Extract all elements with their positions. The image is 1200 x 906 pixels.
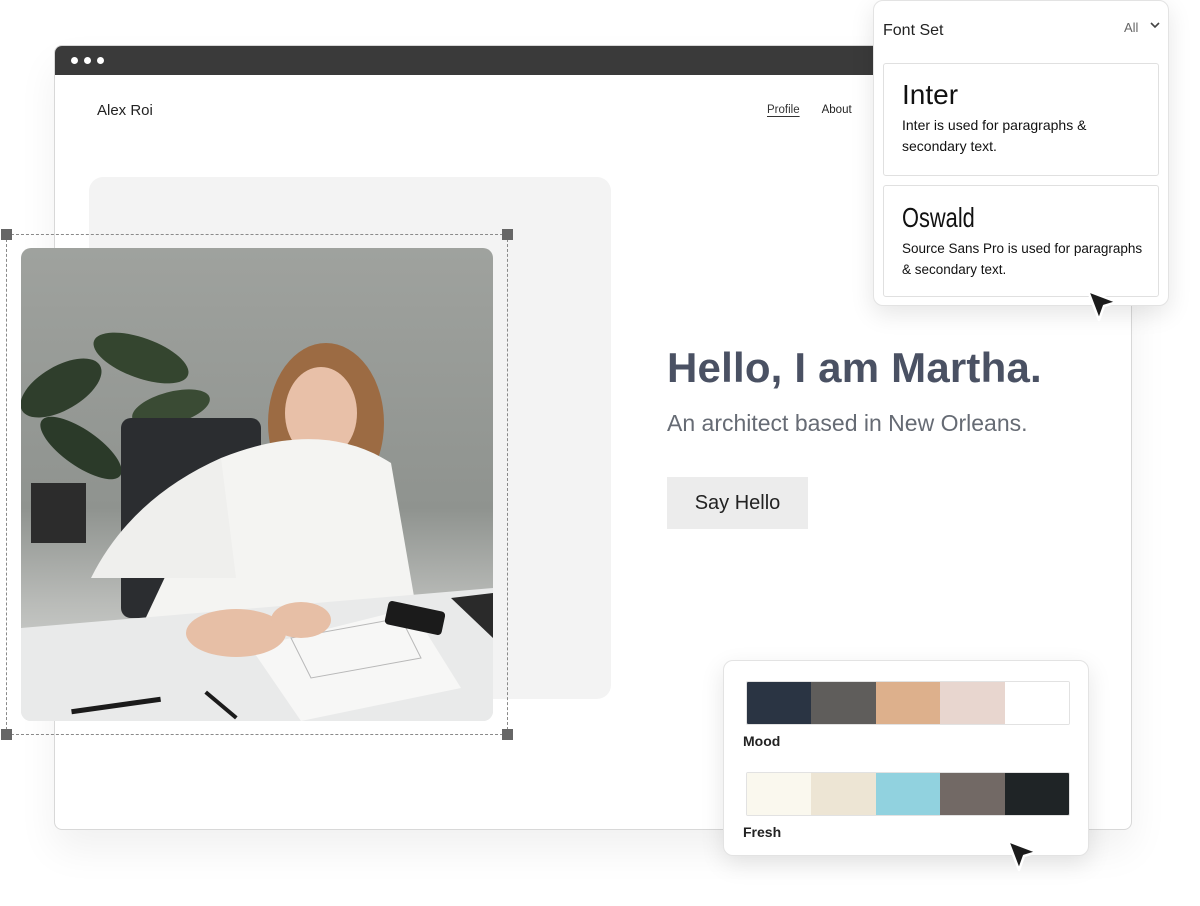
- font-card-inter[interactable]: Inter Inter is used for paragraphs & sec…: [883, 63, 1159, 176]
- color-swatch[interactable]: [875, 682, 941, 724]
- say-hello-button[interactable]: Say Hello: [667, 477, 808, 529]
- color-swatch[interactable]: [747, 773, 812, 815]
- chevron-down-icon[interactable]: [1150, 19, 1160, 33]
- color-swatch[interactable]: [811, 682, 876, 724]
- nav-item-about[interactable]: About: [822, 104, 852, 116]
- color-swatch[interactable]: [1004, 682, 1069, 724]
- palette-swatches-mood[interactable]: [746, 681, 1070, 725]
- font-name: Inter: [902, 79, 959, 110]
- site-title[interactable]: Alex Roi: [97, 102, 153, 119]
- window-dot-icon: [84, 57, 91, 64]
- color-swatch[interactable]: [940, 682, 1005, 724]
- color-swatch[interactable]: [940, 773, 1005, 815]
- font-set-title: Font Set: [883, 22, 944, 39]
- resize-handle-bottom-right[interactable]: [502, 729, 513, 740]
- color-palette-panel: Mood Fresh: [723, 660, 1089, 856]
- font-set-panel: Font Set All Inter Inter is used for par…: [873, 0, 1169, 306]
- color-swatch[interactable]: [1004, 773, 1069, 815]
- portrait-illustration: [21, 332, 493, 721]
- color-swatch[interactable]: [747, 682, 812, 724]
- nav-item-profile[interactable]: Profile: [767, 104, 800, 116]
- pointer-cursor-icon: [1086, 289, 1119, 322]
- resize-handle-bottom-left[interactable]: [1, 729, 12, 740]
- hero-subline: An architect based in New Orleans.: [667, 410, 1028, 436]
- portrait-photo[interactable]: [21, 248, 493, 721]
- font-filter-select[interactable]: All: [1124, 20, 1138, 35]
- palette-name: Mood: [743, 733, 781, 749]
- palette-swatches-fresh[interactable]: [746, 772, 1070, 816]
- font-description: Source Sans Pro is used for paragraphs &…: [902, 241, 1143, 277]
- hero-headline: Hello, I am Martha.: [667, 344, 1042, 391]
- color-swatch[interactable]: [875, 773, 941, 815]
- window-dot-icon: [97, 57, 104, 64]
- color-swatch[interactable]: [811, 773, 876, 815]
- font-description: Inter is used for paragraphs & secondary…: [902, 117, 1087, 154]
- font-card-oswald[interactable]: Oswald Source Sans Pro is used for parag…: [883, 185, 1159, 297]
- window-dot-icon: [71, 57, 78, 64]
- pointer-cursor-icon: [1006, 839, 1039, 872]
- resize-handle-top-right[interactable]: [502, 229, 513, 240]
- palette-name: Fresh: [743, 824, 782, 840]
- site-nav: Profile About: [767, 104, 852, 116]
- resize-handle-top-left[interactable]: [1, 229, 12, 240]
- font-name: Oswald: [902, 202, 975, 233]
